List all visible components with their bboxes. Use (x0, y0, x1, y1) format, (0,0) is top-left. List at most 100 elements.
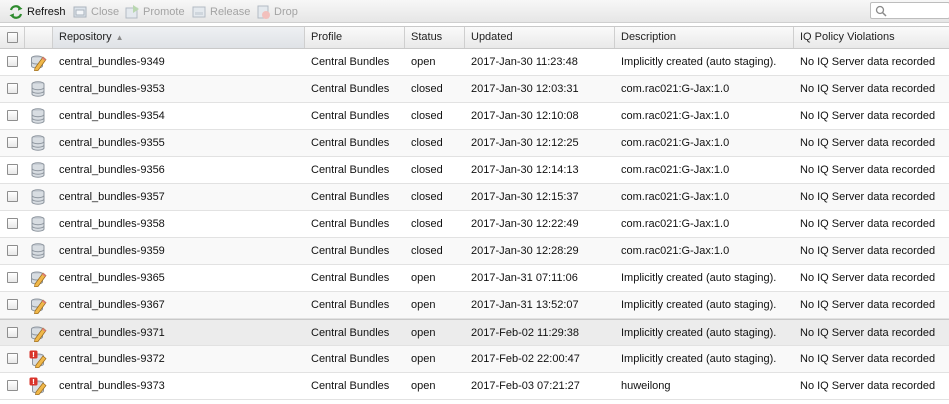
iq-policy-violations-cell: No IQ Server data recorded (800, 191, 936, 203)
row-checkbox[interactable] (7, 83, 18, 94)
closed-repo-icon (29, 215, 47, 233)
row-checkbox[interactable] (7, 218, 18, 229)
profile-cell: Central Bundles (311, 164, 390, 176)
status-cell: closed (411, 218, 443, 230)
iq-policy-violations-cell: No IQ Server data recorded (800, 380, 936, 392)
iq-policy-violations-cell: No IQ Server data recorded (800, 164, 936, 176)
row-checkbox[interactable] (7, 56, 18, 67)
column-header-profile[interactable]: Profile (305, 27, 405, 48)
repository-cell: central_bundles-9373 (59, 380, 165, 392)
svg-text:!: ! (32, 378, 35, 386)
status-cell: open (411, 56, 436, 68)
status-cell: open (411, 299, 436, 311)
drop-button[interactable]: Drop (255, 3, 298, 20)
table-row[interactable]: ! central_bundles-9373 Central Bundles open… (0, 373, 949, 400)
drop-icon (257, 5, 270, 19)
repository-cell: central_bundles-9371 (59, 327, 165, 339)
closed-repo-icon (29, 242, 47, 260)
table-row[interactable]: central_bundles-9349 Central Bundles open 2… (0, 49, 949, 76)
refresh-button[interactable]: Refresh (8, 3, 66, 20)
table-row[interactable]: central_bundles-9365 Central Bundles open 2… (0, 265, 949, 292)
status-cell: closed (411, 245, 443, 257)
description-cell: com.rac021:G-Jax:1.0 (621, 83, 730, 95)
table-row[interactable]: central_bundles-9357 Central Bundles close… (0, 184, 949, 211)
updated-cell: 2017-Jan-30 11:23:48 (471, 56, 578, 68)
column-header-iq-policy-violations[interactable]: IQ Policy Violations (794, 27, 949, 48)
column-header-status[interactable]: Status (405, 27, 465, 48)
table-row[interactable]: central_bundles-9356 Central Bundles close… (0, 157, 949, 184)
promote-icon (125, 4, 139, 18)
column-header-label: IQ Policy Violations (800, 31, 895, 43)
select-all-checkbox[interactable] (7, 32, 18, 43)
column-header-updated[interactable]: Updated (465, 27, 615, 48)
repository-cell: central_bundles-9365 (59, 272, 165, 284)
open-repo-icon (29, 324, 47, 343)
profile-cell: Central Bundles (311, 299, 390, 311)
row-checkbox[interactable] (7, 191, 18, 202)
repository-cell: central_bundles-9349 (59, 56, 165, 68)
updated-cell: 2017-Jan-30 12:03:31 (471, 83, 579, 95)
release-button[interactable]: Release (191, 3, 250, 20)
release-icon (192, 6, 206, 17)
grid-header: Repository ▲ Profile Status Updated Descr… (0, 26, 949, 49)
closed-repo-icon (29, 80, 47, 98)
svg-text:!: ! (32, 351, 35, 359)
table-row[interactable]: central_bundles-9367 Central Bundles open 2… (0, 292, 949, 319)
profile-cell: Central Bundles (311, 83, 390, 95)
status-cell: open (411, 327, 436, 339)
column-header-repository[interactable]: Repository ▲ (53, 27, 305, 48)
row-checkbox[interactable] (7, 164, 18, 175)
toolbar: Refresh Close Promote Release Drop (0, 0, 949, 23)
status-cell: closed (411, 137, 443, 149)
row-checkbox[interactable] (7, 137, 18, 148)
table-row[interactable]: central_bundles-9353 Central Bundles close… (0, 76, 949, 103)
closed-repo-icon (29, 134, 47, 152)
table-row[interactable]: central_bundles-9359 Central Bundles close… (0, 238, 949, 265)
release-label: Release (210, 5, 251, 18)
repository-cell: central_bundles-9353 (59, 83, 165, 95)
table-row[interactable]: central_bundles-9355 Central Bundles close… (0, 130, 949, 157)
row-checkbox[interactable] (7, 272, 18, 283)
status-cell: closed (411, 164, 443, 176)
status-cell: closed (411, 110, 443, 122)
profile-cell: Central Bundles (311, 272, 390, 284)
updated-cell: 2017-Jan-31 07:11:06 (471, 272, 578, 284)
updated-cell: 2017-Feb-02 22:00:47 (471, 353, 580, 365)
profile-cell: Central Bundles (311, 137, 390, 149)
description-cell: com.rac021:G-Jax:1.0 (621, 191, 730, 203)
table-row[interactable]: ! central_bundles-9372 Central Bundles open… (0, 346, 949, 373)
close-repo-toolbar-icon (73, 6, 87, 17)
description-cell: Implicitly created (auto staging). (621, 299, 777, 311)
description-cell: Implicitly created (auto staging). (621, 56, 777, 68)
description-cell: com.rac021:G-Jax:1.0 (621, 218, 730, 230)
row-checkbox[interactable] (7, 299, 18, 310)
column-header-label: Updated (471, 31, 513, 43)
repository-cell: central_bundles-9354 (59, 110, 165, 122)
column-header-description[interactable]: Description (615, 27, 794, 48)
table-row[interactable]: central_bundles-9358 Central Bundles close… (0, 211, 949, 238)
close-button[interactable]: Close (72, 3, 119, 20)
iq-policy-violations-cell: No IQ Server data recorded (800, 353, 936, 365)
table-row[interactable]: central_bundles-9354 Central Bundles close… (0, 103, 949, 130)
status-cell: closed (411, 83, 443, 95)
row-checkbox[interactable] (7, 327, 18, 338)
repository-cell: central_bundles-9357 (59, 191, 165, 203)
column-header-label: Profile (311, 31, 343, 43)
description-cell: com.rac021:G-Jax:1.0 (621, 110, 730, 122)
error-repo-icon: ! (29, 377, 47, 396)
profile-cell: Central Bundles (311, 380, 390, 392)
search-input[interactable] (889, 4, 945, 17)
description-cell: Implicitly created (auto staging). (621, 353, 777, 365)
profile-cell: Central Bundles (311, 327, 390, 339)
search-box[interactable] (870, 2, 949, 19)
row-checkbox[interactable] (7, 110, 18, 121)
row-checkbox[interactable] (7, 353, 18, 364)
promote-button[interactable]: Promote (124, 3, 185, 20)
search-icon (875, 5, 887, 17)
row-checkbox[interactable] (7, 380, 18, 391)
row-checkbox[interactable] (7, 245, 18, 256)
status-cell: open (411, 272, 436, 284)
iq-policy-violations-cell: No IQ Server data recorded (800, 137, 936, 149)
profile-cell: Central Bundles (311, 110, 390, 122)
table-row[interactable]: central_bundles-9371 Central Bundles open 2… (0, 319, 949, 346)
